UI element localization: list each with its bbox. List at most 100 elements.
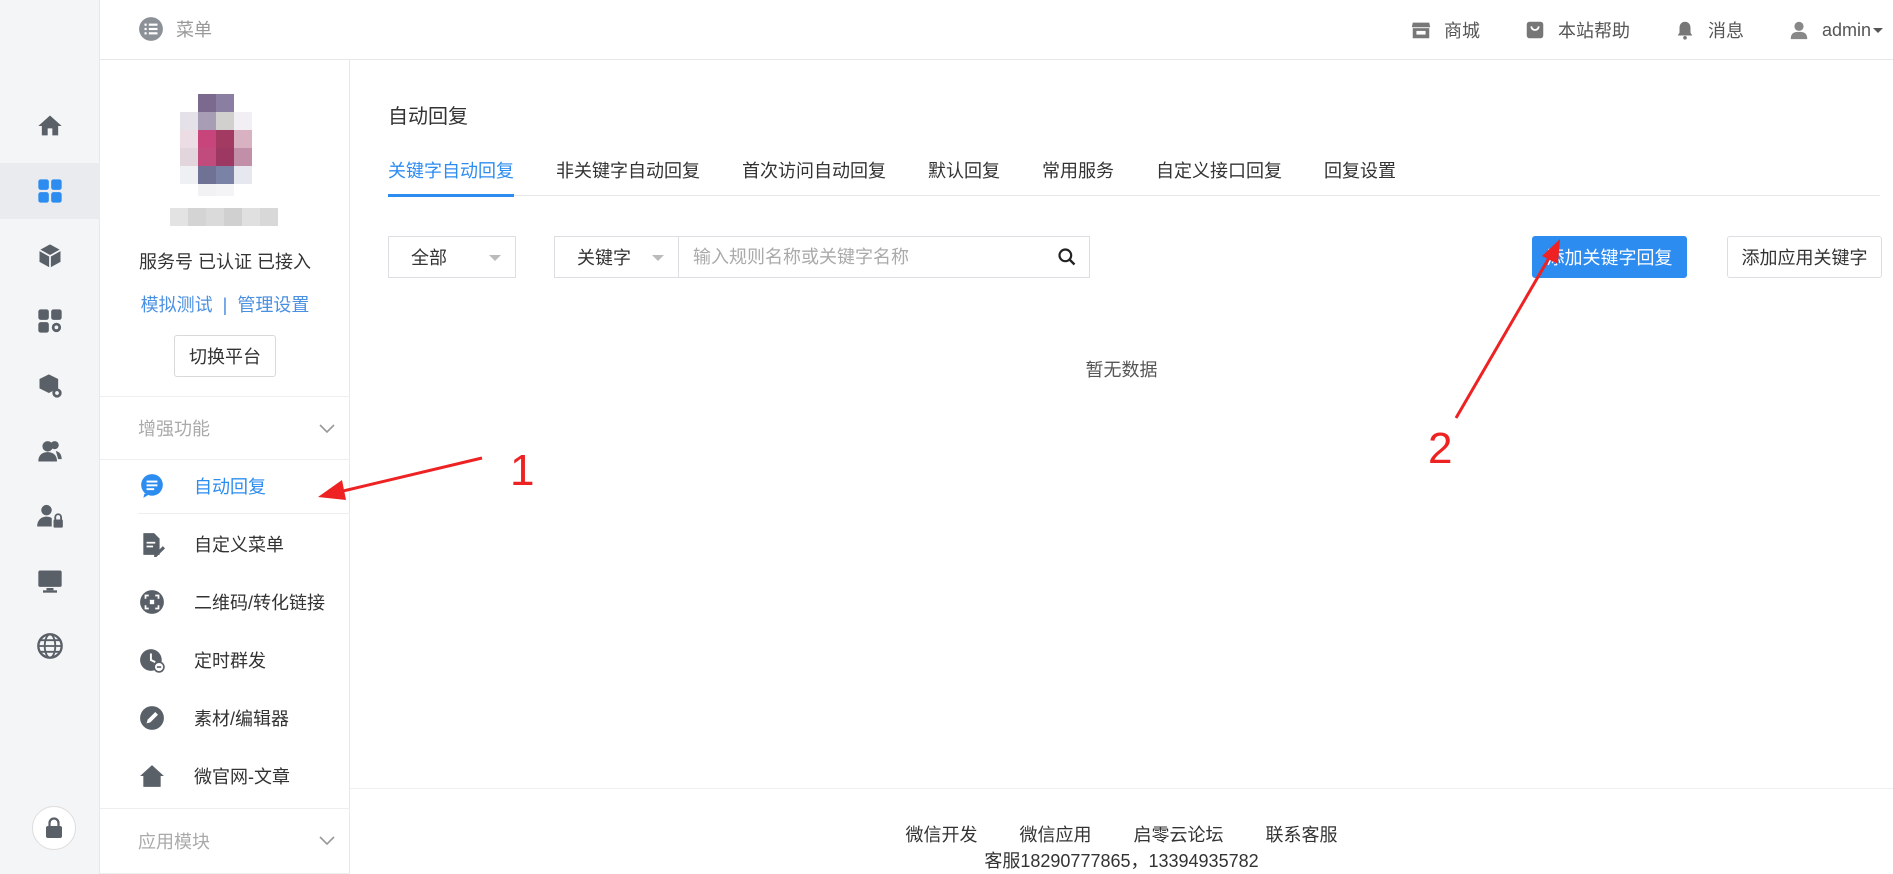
group-app-modules[interactable]: 应用模块 <box>100 808 350 874</box>
footer-contact: 客服18290777865，13394935782 <box>984 851 1259 871</box>
cube-icon <box>39 244 61 268</box>
rail-apps-settings[interactable] <box>0 293 100 349</box>
page-title: 自动回复 <box>388 106 468 128</box>
group-enhanced-label: 增强功能 <box>138 419 210 439</box>
status-filter-select[interactable]: 全部 <box>388 236 516 278</box>
rail-home[interactable] <box>0 98 100 154</box>
add-keyword-reply-button[interactable]: 添加关键字回复 <box>1532 236 1687 278</box>
search-input[interactable] <box>679 237 1045 277</box>
group-app-modules-label: 应用模块 <box>138 832 210 852</box>
simulate-test-link[interactable]: 模拟测试 <box>141 295 213 315</box>
search-button[interactable] <box>1045 237 1089 277</box>
top-bar: 菜单 商城 本站帮助 消息 admin <box>100 0 1893 60</box>
sidebar-item-auto-reply[interactable]: 自动回复 <box>138 458 350 514</box>
rail-users[interactable] <box>0 423 100 479</box>
house-icon <box>138 762 166 790</box>
group-enhanced-features[interactable]: 增强功能 <box>100 396 350 460</box>
caret-down-icon <box>652 255 664 261</box>
user-menu[interactable]: admin <box>1788 19 1883 41</box>
grid-apps-icon <box>38 179 62 203</box>
rail-globe[interactable] <box>0 618 100 674</box>
help-label: 本站帮助 <box>1557 21 1630 41</box>
manage-settings-link[interactable]: 管理设置 <box>237 295 309 315</box>
rail-apps[interactable] <box>0 163 100 219</box>
apps-settings-icon <box>38 309 62 333</box>
package-settings-icon <box>39 374 62 398</box>
rail-cube[interactable] <box>0 228 100 284</box>
footer-link-wechat-apps[interactable]: 微信应用 <box>1020 821 1092 847</box>
main-content: 自动回复 关键字自动回复 非关键字自动回复 首次访问自动回复 默认回复 常用服务… <box>350 60 1893 874</box>
menu-label: 菜单 <box>176 20 212 40</box>
secondary-sidebar: 服务号 已认证 已接入 模拟测试 | 管理设置 切换平台 增强功能 自动回复 自定义… <box>100 60 350 874</box>
search-icon <box>1058 248 1076 266</box>
lock-icon <box>46 817 62 838</box>
sidebar-item-micro-site[interactable]: 微官网-文章 <box>138 748 350 804</box>
users-icon <box>38 441 62 462</box>
sidebar-item-label: 自定义菜单 <box>194 535 284 555</box>
sidebar-item-custom-menu[interactable]: 自定义菜单 <box>138 516 350 572</box>
footer-link-forum[interactable]: 启零云论坛 <box>1134 821 1224 847</box>
reply-tabs: 关键字自动回复 非关键字自动回复 首次访问自动回复 默认回复 常用服务 自定义接… <box>388 154 1880 197</box>
store-link[interactable]: 商城 <box>1410 17 1480 43</box>
user-lock-icon <box>37 504 63 528</box>
sidebar-item-label: 二维码/转化链接 <box>194 593 326 613</box>
chevron-down-icon <box>319 424 335 434</box>
footer: 微信开发 微信应用 启零云论坛 联系客服 客服18290777865，13394… <box>350 788 1893 874</box>
empty-state: 暂无数据 <box>1085 360 1158 380</box>
pencil-circle-icon <box>138 704 166 732</box>
tab-keyword-reply[interactable]: 关键字自动回复 <box>388 154 514 197</box>
sidebar-item-scheduled-send[interactable]: 定时群发 <box>138 632 350 688</box>
search-group: 关键字 <box>554 236 1090 278</box>
tab-default-reply[interactable]: 默认回复 <box>928 154 1000 196</box>
tab-first-visit-reply[interactable]: 首次访问自动回复 <box>742 154 886 196</box>
clock-send-icon <box>138 646 166 674</box>
document-edit-icon <box>138 530 166 558</box>
store-label: 商城 <box>1443 21 1480 41</box>
account-links: 模拟测试 | 管理设置 <box>100 291 350 317</box>
bell-icon <box>1677 21 1693 40</box>
link-separator: | <box>222 295 228 315</box>
chevron-down-icon <box>319 836 335 846</box>
account-status: 服务号 已认证 已接入 <box>138 252 311 272</box>
rail-package-settings[interactable] <box>0 358 100 414</box>
caret-down-icon <box>489 255 501 261</box>
status-filter-value: 全部 <box>411 248 447 268</box>
rail-lock-button[interactable] <box>32 806 76 850</box>
tab-non-keyword-reply[interactable]: 非关键字自动回复 <box>556 154 700 196</box>
footer-link-contact[interactable]: 联系客服 <box>1266 821 1338 847</box>
annotation-number-2: 2 <box>1428 424 1453 473</box>
user-name: admin <box>1821 19 1871 40</box>
switch-platform-button[interactable]: 切换平台 <box>174 335 276 377</box>
sidebar-item-materials[interactable]: 素材/编辑器 <box>138 690 350 746</box>
sidebar-item-label: 自动回复 <box>194 476 266 497</box>
tab-reply-settings[interactable]: 回复设置 <box>1324 154 1396 196</box>
store-icon <box>1411 22 1431 39</box>
sidebar-item-label: 定时群发 <box>194 651 266 671</box>
messages-link[interactable]: 消息 <box>1674 17 1744 43</box>
chat-bubble-icon <box>138 472 166 500</box>
list-circle-icon <box>139 17 163 41</box>
qrcode-scan-icon <box>138 588 166 616</box>
monitor-icon <box>38 570 62 593</box>
annotation-number-1: 1 <box>510 446 535 495</box>
tab-custom-api-reply[interactable]: 自定义接口回复 <box>1156 154 1282 196</box>
sidebar-item-qrcode[interactable]: 二维码/转化链接 <box>138 574 350 630</box>
search-type-value: 关键字 <box>577 248 631 268</box>
menu-toggle[interactable]: 菜单 <box>138 16 212 42</box>
search-type-select[interactable]: 关键字 <box>555 237 679 277</box>
tab-common-services[interactable]: 常用服务 <box>1042 154 1114 196</box>
home-icon <box>38 115 62 136</box>
chevron-down-icon <box>1873 27 1883 33</box>
add-app-keyword-button[interactable]: 添加应用关键字 <box>1727 236 1882 278</box>
rail-monitor[interactable] <box>0 553 100 609</box>
help-link[interactable]: 本站帮助 <box>1524 17 1630 43</box>
rail-user-lock[interactable] <box>0 488 100 544</box>
messages-label: 消息 <box>1707 21 1744 41</box>
user-icon <box>1790 21 1808 40</box>
footer-link-wechat-dev[interactable]: 微信开发 <box>906 821 978 847</box>
sidebar-item-label: 素材/编辑器 <box>194 709 290 729</box>
account-avatar <box>170 94 278 226</box>
help-bag-icon <box>1526 21 1544 39</box>
globe-icon <box>37 633 63 659</box>
sidebar-item-label: 微官网-文章 <box>194 767 290 787</box>
